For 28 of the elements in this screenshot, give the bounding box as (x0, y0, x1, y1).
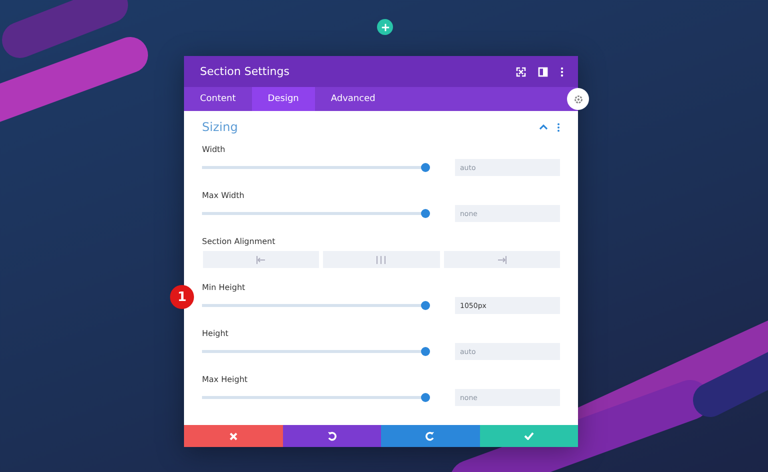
field-label: Width (202, 145, 226, 154)
step-badge: 1 (170, 285, 194, 309)
fullscreen-icon[interactable] (516, 66, 526, 76)
check-icon (524, 432, 534, 440)
undo-button[interactable] (282, 425, 381, 447)
more-icon[interactable] (560, 66, 564, 76)
close-icon (228, 432, 238, 440)
tab[interactable]: Advanced (314, 87, 392, 111)
modal-title: Section Settings (200, 65, 290, 78)
align-left-icon (256, 256, 266, 264)
field-label: Section Alignment (202, 237, 276, 246)
field-label: Height (202, 329, 228, 338)
tab[interactable]: Design (252, 87, 315, 111)
align-right-icon (496, 256, 507, 264)
more-icon[interactable] (557, 122, 560, 132)
field-label: Min Height (202, 283, 246, 292)
align-center-icon (376, 256, 386, 264)
section-title: Sizing (202, 120, 238, 134)
layout-icon[interactable] (538, 66, 548, 76)
settings-icon[interactable] (567, 88, 589, 110)
field-label: Max Height (202, 375, 248, 384)
undo-icon (326, 431, 337, 441)
add-button[interactable] (377, 19, 393, 35)
field-label: Max Width (202, 191, 244, 200)
plus-icon (380, 22, 390, 32)
collapse-icon[interactable] (539, 124, 548, 130)
tab[interactable]: Content (184, 87, 252, 111)
redo-icon (425, 431, 436, 441)
